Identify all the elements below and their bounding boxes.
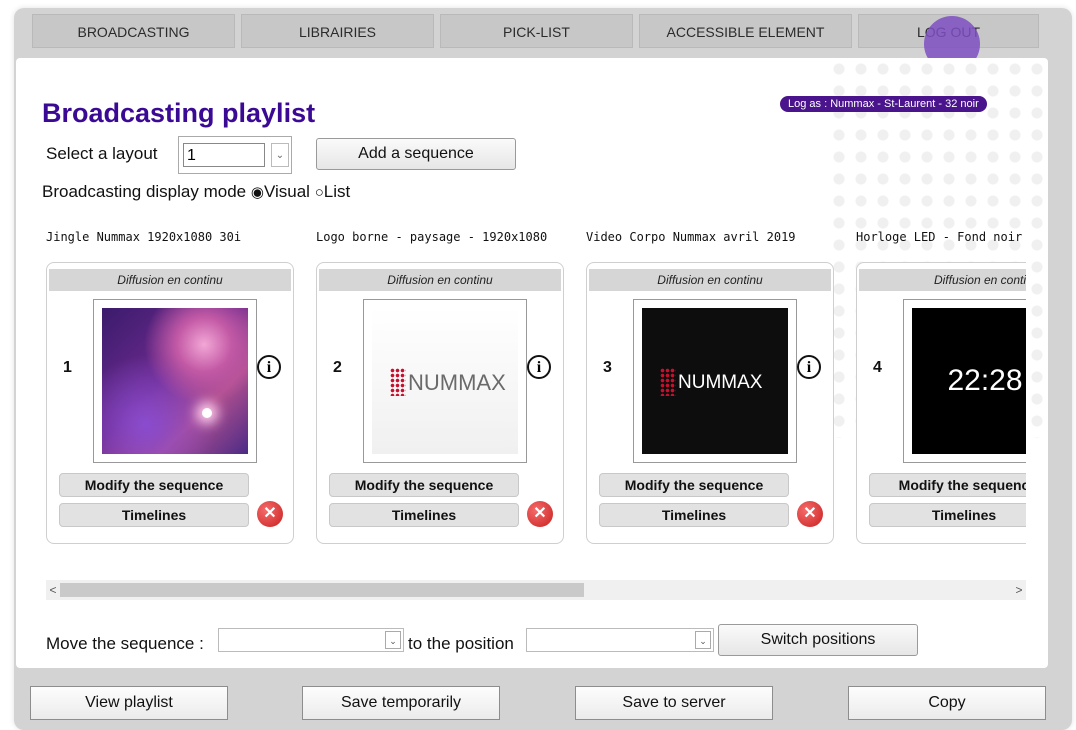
sequence-number: 2 <box>333 359 342 376</box>
sequence-number: 3 <box>603 359 612 376</box>
delete-icon[interactable]: ✕ <box>797 501 823 527</box>
timelines-button[interactable]: Timelines <box>869 503 1026 527</box>
thumbnail-image <box>102 308 248 454</box>
sequence-card: Diffusion en continu 2 NUMMAX i Modify t… <box>316 262 564 544</box>
move-sequence-label: Move the sequence : <box>46 634 204 653</box>
scroll-left-icon[interactable]: < <box>46 580 60 600</box>
thumbnail-image: NUMMAX <box>642 308 788 454</box>
timelines-button[interactable]: Timelines <box>59 503 249 527</box>
timelines-button[interactable]: Timelines <box>329 503 519 527</box>
sequence-card: Diffusion en conti 4 22:28 Modify the se… <box>856 262 1026 544</box>
logo-text: NUMMAX <box>408 370 506 395</box>
radio-visual-icon[interactable]: ◉ <box>251 184 264 201</box>
select-layout-label: Select a layout <box>46 144 158 163</box>
sequence-card: Diffusion en continu 1 i Modify the sequ… <box>46 262 294 544</box>
info-icon[interactable]: i <box>257 355 281 379</box>
thumbnail-frame[interactable]: NUMMAX <box>633 299 797 463</box>
modify-sequence-button[interactable]: Modify the sequence <box>599 473 789 497</box>
sequence-card-clip: Diffusion en conti 4 22:28 Modify the se… <box>856 262 1026 544</box>
sequence-card: Diffusion en continu 3 NUMMAX i Modify t… <box>586 262 834 544</box>
sequence-name: Logo borne - paysage - 1920x1080 <box>316 230 548 244</box>
display-mode-label: Broadcasting display mode <box>42 182 247 201</box>
scrollbar-thumb[interactable] <box>60 583 584 597</box>
layout-select-value[interactable]: 1 <box>183 143 265 167</box>
view-playlist-button[interactable]: View playlist <box>30 686 228 720</box>
card-header: Diffusion en continu <box>49 269 291 291</box>
radio-list-label[interactable]: List <box>324 182 350 201</box>
save-temporarily-button[interactable]: Save temporarily <box>302 686 500 720</box>
layout-select[interactable]: 1 ⌄ <box>178 136 292 174</box>
modify-sequence-button[interactable]: Modify the sequence <box>329 473 519 497</box>
delete-icon[interactable]: ✕ <box>257 501 283 527</box>
nummax-logo-icon <box>390 368 406 396</box>
chevron-down-icon[interactable]: ⌄ <box>271 143 289 167</box>
thumbnail-frame[interactable] <box>93 299 257 463</box>
sequence-name: Horloge LED - Fond noir <box>856 230 1023 244</box>
target-position-select[interactable]: ⌄ <box>526 628 714 652</box>
tab-accessible-element[interactable]: ACCESSIBLE ELEMENT <box>639 14 852 48</box>
tab-librairies[interactable]: LIBRAIRIES <box>241 14 434 48</box>
chevron-down-icon[interactable]: ⌄ <box>385 631 401 649</box>
thumbnail-frame[interactable]: NUMMAX <box>363 299 527 463</box>
timelines-button[interactable]: Timelines <box>599 503 789 527</box>
clock-text: 22:28 <box>947 364 1023 397</box>
delete-icon[interactable]: ✕ <box>527 501 553 527</box>
nummax-logo-icon <box>660 368 676 396</box>
card-header: Diffusion en continu <box>319 269 561 291</box>
save-to-server-button[interactable]: Save to server <box>575 686 773 720</box>
sequence-number: 4 <box>873 359 882 376</box>
modify-sequence-button[interactable]: Modify the sequenc <box>869 473 1026 497</box>
main-panel: Broadcasting playlist Log as : Nummax - … <box>16 58 1048 668</box>
radio-list-icon[interactable]: ○ <box>315 184 324 201</box>
info-icon[interactable]: i <box>527 355 551 379</box>
tab-broadcasting[interactable]: BROADCASTING <box>32 14 235 48</box>
thumbnail-frame[interactable]: 22:28 <box>903 299 1026 463</box>
radio-visual-label[interactable]: Visual <box>264 182 310 201</box>
thumbnail-image: NUMMAX <box>372 308 518 454</box>
switch-positions-button[interactable]: Switch positions <box>718 624 918 656</box>
chevron-down-icon[interactable]: ⌄ <box>695 631 711 649</box>
app-frame: BROADCASTING LIBRAIRIES PICK-LIST ACCESS… <box>14 8 1072 730</box>
top-nav: BROADCASTING LIBRAIRIES PICK-LIST ACCESS… <box>32 14 1039 48</box>
horizontal-scrollbar[interactable]: < > <box>46 580 1026 600</box>
info-icon[interactable]: i <box>797 355 821 379</box>
log-as-badge: Log as : Nummax - St-Laurent - 32 noir <box>780 96 987 112</box>
page-title: Broadcasting playlist <box>42 98 316 128</box>
modify-sequence-button[interactable]: Modify the sequence <box>59 473 249 497</box>
thumbnail-image: 22:28 <box>912 308 1026 454</box>
sequence-number: 1 <box>63 359 72 376</box>
card-header: Diffusion en continu <box>589 269 831 291</box>
copy-button[interactable]: Copy <box>848 686 1046 720</box>
display-mode-row: Broadcasting display mode ◉Visual ○List <box>42 182 350 202</box>
to-position-label: to the position <box>408 634 514 653</box>
sequence-name: Jingle Nummax 1920x1080 30i <box>46 230 242 244</box>
move-sequence-select[interactable]: ⌄ <box>218 628 404 652</box>
sequence-name: Video Corpo Nummax avril 2019 <box>586 230 796 244</box>
scroll-right-icon[interactable]: > <box>1012 580 1026 600</box>
card-header: Diffusion en conti <box>859 269 1026 291</box>
tab-pick-list[interactable]: PICK-LIST <box>440 14 633 48</box>
add-sequence-button[interactable]: Add a sequence <box>316 138 516 170</box>
logo-text: NUMMAX <box>678 372 763 393</box>
